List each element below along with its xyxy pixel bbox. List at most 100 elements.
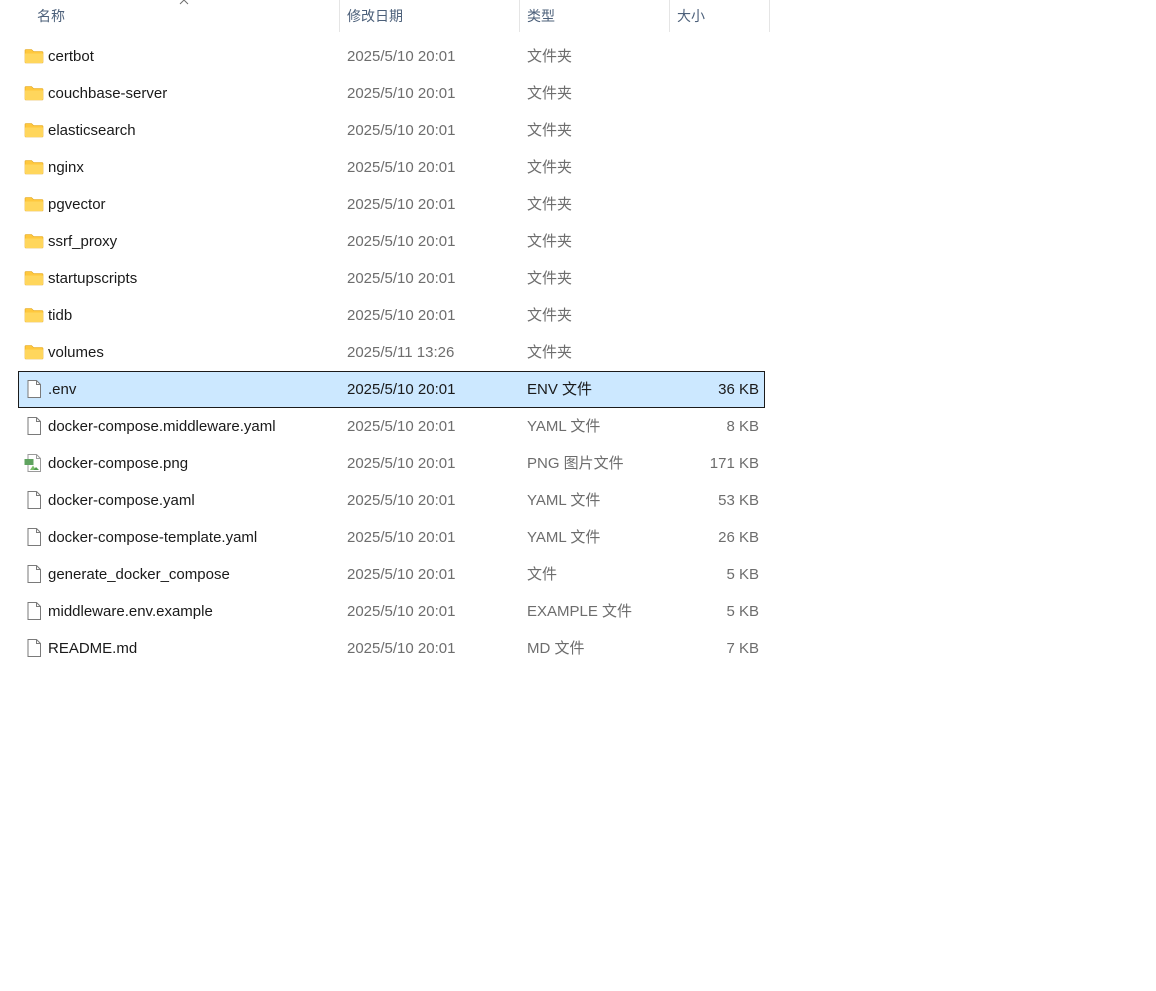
file-date: 2025/5/10 20:01 [347,85,456,102]
file-name: .env [48,381,77,398]
file-type: 文件 [527,566,558,583]
file-icon [24,491,44,509]
file-name: docker-compose-template.yaml [48,529,258,546]
file-date: 2025/5/10 20:01 [347,529,456,546]
file-icon [24,602,44,620]
folder-icon [24,306,44,324]
file-name: docker-compose.middleware.yaml [48,418,276,435]
file-size: 36 KB [718,381,759,398]
file-date: 2025/5/10 20:01 [347,455,456,472]
file-date: 2025/5/10 20:01 [347,48,456,65]
file-icon [24,380,44,398]
file-type: MD 文件 [527,640,585,657]
file-name: docker-compose.png [48,455,189,472]
list-item[interactable]: docker-compose-template.yaml 2025/5/10 20… [18,519,765,556]
file-name: elasticsearch [48,122,136,139]
list-item[interactable]: middleware.env.example 2025/5/10 20:01 EXA… [18,593,765,630]
file-size: 7 KB [726,640,759,657]
file-date: 2025/5/10 20:01 [347,307,456,324]
list-item[interactable]: couchbase-server 2025/5/10 20:01 文件夹 [18,75,765,112]
file-icon [24,528,44,546]
folder-icon [24,195,44,213]
folder-icon [24,343,44,361]
file-type: 文件夹 [527,48,573,65]
file-date: 2025/5/10 20:01 [347,122,456,139]
file-list: certbot 2025/5/10 20:01 文件夹 couchbase-serve… [18,38,766,667]
file-type: 文件夹 [527,85,573,102]
list-item[interactable]: docker-compose.middleware.yaml 2025/5/10 … [18,408,765,445]
folder-icon [24,158,44,176]
file-type: 文件夹 [527,344,573,361]
file-name: generate_docker_compose [48,566,230,583]
folder-icon [24,47,44,65]
file-name: tidb [48,307,73,324]
file-name: docker-compose.yaml [48,492,195,509]
file-name: nginx [48,159,84,176]
file-size: 53 KB [718,492,759,509]
file-date: 2025/5/10 20:01 [347,270,456,287]
list-item[interactable]: certbot 2025/5/10 20:01 文件夹 [18,38,765,75]
file-size: 5 KB [726,566,759,583]
file-name: startupscripts [48,270,138,287]
list-item[interactable]: tidb 2025/5/10 20:01 文件夹 [18,297,765,334]
column-header-bar: 名称 修改日期 类型 大小 [0,0,770,32]
file-name: volumes [48,344,104,361]
folder-icon [24,269,44,287]
file-type: ENV 文件 [527,381,593,398]
file-type: 文件夹 [527,122,573,139]
file-date: 2025/5/10 20:01 [347,603,456,620]
file-icon [24,639,44,657]
list-item-selected[interactable]: .env 2025/5/10 20:01 ENV 文件 36 KB [18,371,765,408]
file-date: 2025/5/10 20:01 [347,492,456,509]
folder-icon [24,232,44,250]
file-name: couchbase-server [48,85,168,102]
folder-icon [24,121,44,139]
list-item[interactable]: docker-compose.png 2025/5/10 20:01 PNG 图片文… [18,445,765,482]
file-name: README.md [48,640,138,657]
file-date: 2025/5/10 20:01 [347,233,456,250]
column-header-type[interactable]: 类型 [519,0,669,32]
file-size: 5 KB [726,603,759,620]
file-date: 2025/5/10 20:01 [347,566,456,583]
list-item[interactable]: volumes 2025/5/11 13:26 文件夹 [18,334,765,371]
sort-ascending-icon [179,0,189,5]
file-size: 8 KB [726,418,759,435]
file-type: 文件夹 [527,307,573,324]
list-item[interactable]: pgvector 2025/5/10 20:01 文件夹 [18,186,765,223]
folder-icon [24,84,44,102]
file-type: EXAMPLE 文件 [527,603,633,620]
column-header-date[interactable]: 修改日期 [339,0,519,32]
file-name: middleware.env.example [48,603,213,620]
file-type: 文件夹 [527,270,573,287]
file-date: 2025/5/10 20:01 [347,418,456,435]
file-name: pgvector [48,196,106,213]
file-type: 文件夹 [527,196,573,213]
file-explorer: 名称 修改日期 类型 大小 certbot 2025/5/10 20:01 文件夹 c… [0,0,1156,991]
list-item[interactable]: README.md 2025/5/10 20:01 MD 文件 7 KB [18,630,765,667]
list-item[interactable]: generate_docker_compose 2025/5/10 20:01 文件… [18,556,765,593]
file-size: 171 KB [709,455,759,472]
file-type: 文件夹 [527,233,573,250]
file-date: 2025/5/10 20:01 [347,381,456,398]
file-type: YAML 文件 [527,529,601,546]
list-item[interactable]: nginx 2025/5/10 20:01 文件夹 [18,149,765,186]
list-item[interactable]: startupscripts 2025/5/10 20:01 文件夹 [18,260,765,297]
list-item[interactable]: elasticsearch 2025/5/10 20:01 文件夹 [18,112,765,149]
file-type: YAML 文件 [527,418,601,435]
file-size: 26 KB [718,529,759,546]
column-header-size[interactable]: 大小 [669,0,770,32]
file-type: YAML 文件 [527,492,601,509]
file-date: 2025/5/11 13:26 [347,344,455,361]
file-type: 文件夹 [527,159,573,176]
file-name: ssrf_proxy [48,233,118,250]
file-date: 2025/5/10 20:01 [347,640,456,657]
file-date: 2025/5/10 20:01 [347,196,456,213]
file-icon [24,417,44,435]
file-name: certbot [48,48,94,65]
column-divider[interactable] [769,0,770,32]
list-item[interactable]: docker-compose.yaml 2025/5/10 20:01 YAML 文… [18,482,765,519]
file-icon [24,565,44,583]
list-item[interactable]: ssrf_proxy 2025/5/10 20:01 文件夹 [18,223,765,260]
file-type: PNG 图片文件 [527,455,624,472]
image-file-icon [24,454,44,472]
